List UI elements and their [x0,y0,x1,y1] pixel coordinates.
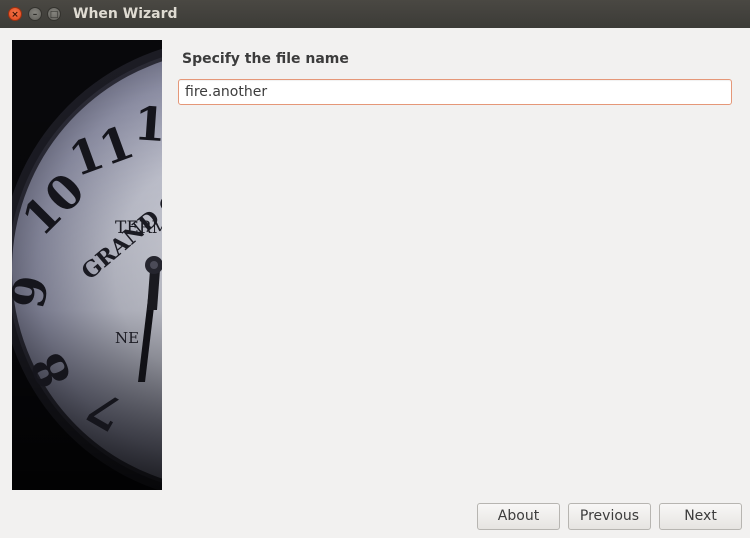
maximize-window-button[interactable]: □ [47,7,61,21]
file-name-prompt: Specify the file name [182,51,349,67]
clock-numeral-12: 12 [132,96,162,154]
clock-face-image: 12 11 10 9 8 7 GRAND C TERMI NE [12,40,162,490]
minimize-icon: – [32,10,38,20]
wizard-window: × – □ When Wizard 12 11 10 9 8 7 GRAND C… [0,0,750,538]
clock-inscription-termi: TERMI [115,218,162,238]
clock-face-illustration: 12 11 10 9 8 7 GRAND C TERMI NE [12,40,162,490]
clock-inscription-ne: NE [115,329,139,347]
about-button[interactable]: About [477,503,560,530]
maximize-icon: □ [49,10,59,20]
minimize-window-button[interactable]: – [28,7,42,21]
file-name-input[interactable] [178,79,732,105]
close-icon: × [11,10,19,20]
close-window-button[interactable]: × [8,7,22,21]
next-button[interactable]: Next [659,503,742,530]
window-title: When Wizard [73,6,178,22]
titlebar[interactable]: × – □ When Wizard [0,0,750,28]
previous-button[interactable]: Previous [568,503,651,530]
